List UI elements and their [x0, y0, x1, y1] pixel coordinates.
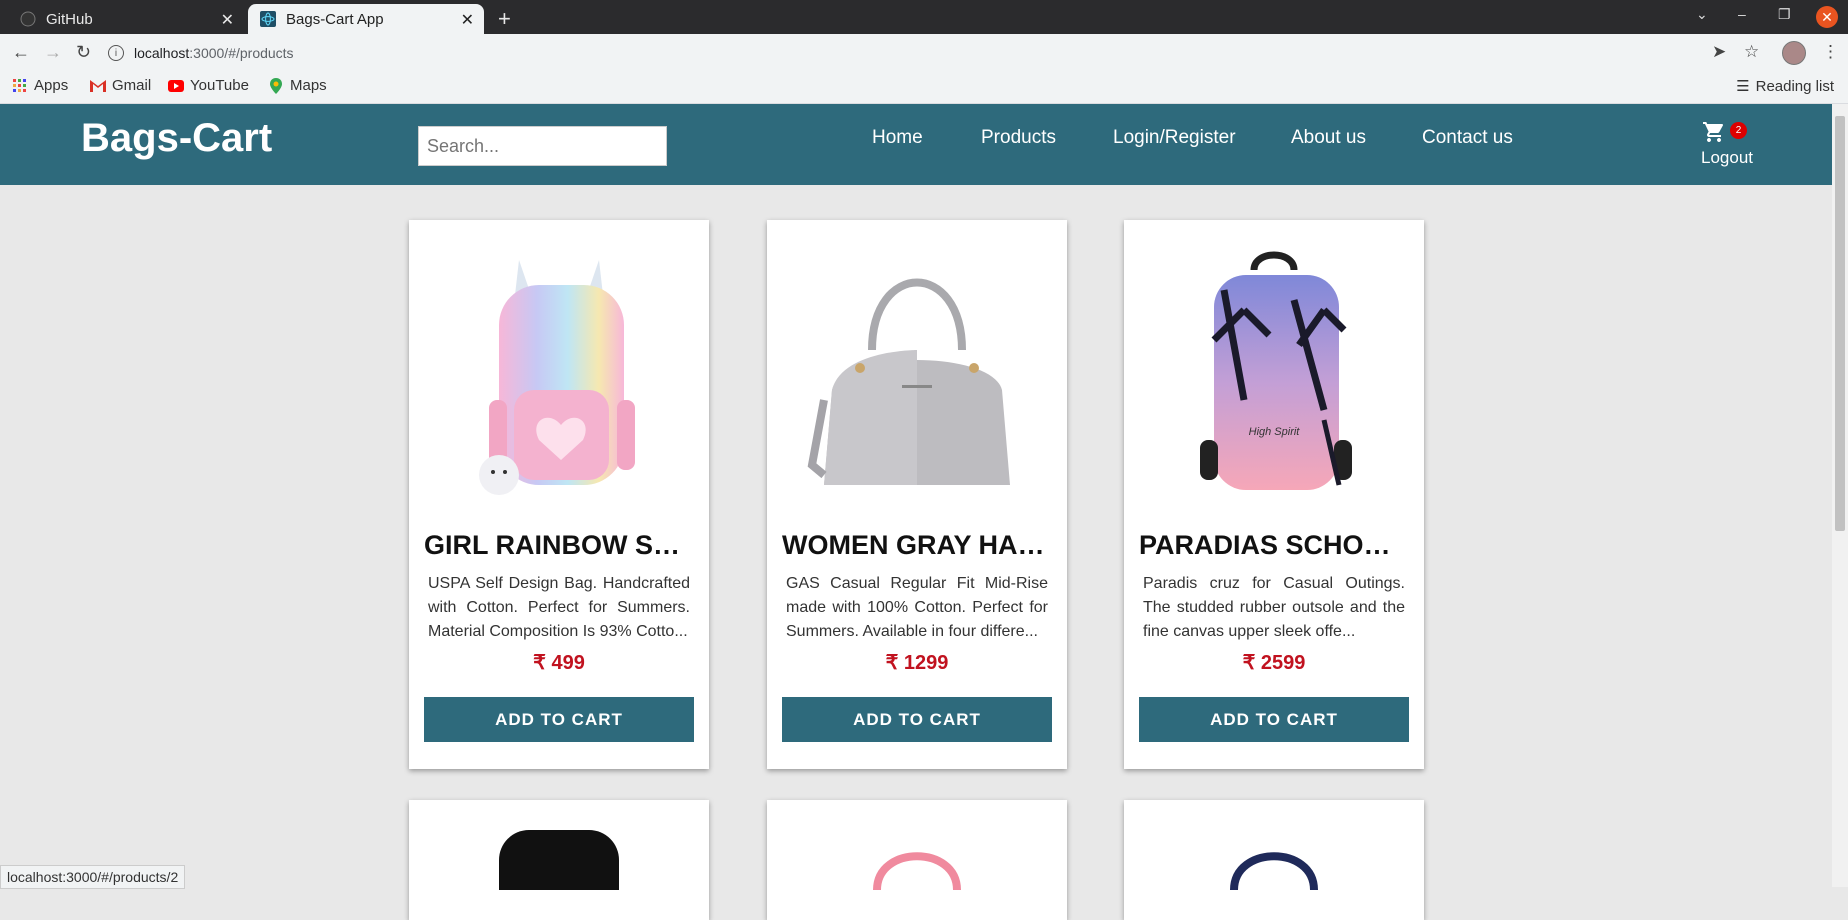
bookmark-label: Maps [290, 77, 327, 94]
product-card[interactable]: High Spirit PARADIAS SCHOOL... Paradis c… [1124, 220, 1424, 769]
reload-icon[interactable]: ↻ [76, 42, 91, 63]
close-icon[interactable]: ✕ [461, 10, 474, 30]
scrollbar-thumb[interactable] [1835, 116, 1845, 531]
browser-toolbar: ← → ↻ i localhost:3000/#/products ➤ ☆ ⋮ [0, 34, 1848, 71]
site-header: Bags-Cart Home Products Login/Register A… [0, 104, 1832, 185]
product-image-rainbow-backpack[interactable] [434, 240, 684, 510]
cart-icon[interactable] [1701, 120, 1727, 149]
reading-list-label: Reading list [1755, 77, 1834, 95]
product-image-gray-handbag[interactable] [792, 240, 1042, 510]
search-input[interactable] [418, 126, 667, 166]
product-description: USPA Self Design Bag. Handcrafted with C… [428, 575, 690, 640]
tab-bags-cart[interactable]: Bags-Cart App ✕ [248, 4, 484, 34]
product-description: Paradis cruz for Casual Outings. The stu… [1143, 575, 1405, 640]
product-title[interactable]: PARADIAS SCHOOL... [1139, 530, 1409, 561]
maps-icon [268, 77, 284, 94]
bookmark-maps[interactable]: Maps [268, 77, 327, 94]
info-icon[interactable]: i [108, 45, 124, 61]
product-card[interactable] [767, 800, 1067, 920]
product-image-palm-backpack[interactable]: High Spirit [1149, 240, 1399, 510]
forward-arrow-icon[interactable]: → [44, 42, 62, 63]
window-close-icon[interactable]: ✕ [1816, 6, 1838, 28]
product-card[interactable] [1124, 800, 1424, 920]
address-bar[interactable]: i localhost:3000/#/products [108, 39, 1688, 67]
brand-logo[interactable]: Bags-Cart [81, 116, 272, 161]
add-to-cart-button[interactable]: ADD TO CART [1139, 697, 1409, 742]
product-card[interactable]: WOMEN GRAY HAN... GAS Casual Regular Fit… [767, 220, 1067, 769]
logout-link[interactable]: Logout [1701, 148, 1753, 168]
browser-tab-strip: GitHub ✕ Bags-Cart App ✕ + ⌄ – ❐ ✕ [0, 0, 1848, 34]
youtube-icon [168, 79, 184, 93]
product-description: GAS Casual Regular Fit Mid-Rise made wit… [786, 575, 1048, 640]
close-icon[interactable]: ✕ [221, 10, 234, 30]
bookmark-gmail[interactable]: Gmail [90, 77, 151, 94]
product-image-navy-bag[interactable] [1224, 840, 1324, 890]
url-host: localhost [134, 45, 190, 61]
bookmark-label: Apps [34, 77, 69, 94]
product-title[interactable]: WOMEN GRAY HAN... [782, 530, 1052, 561]
github-icon [20, 11, 36, 27]
add-to-cart-button[interactable]: ADD TO CART [424, 697, 694, 742]
gmail-icon [90, 79, 106, 93]
react-icon [260, 11, 276, 27]
product-card[interactable] [409, 800, 709, 920]
product-price: ₹ 1299 [885, 652, 949, 674]
new-tab-icon[interactable]: + [498, 6, 511, 32]
bookmark-apps[interactable]: Apps [12, 77, 68, 94]
profile-avatar[interactable] [1782, 41, 1806, 65]
svg-text:High Spirit: High Spirit [1249, 426, 1301, 438]
reading-list-icon: ☰ [1736, 78, 1750, 95]
nav-home[interactable]: Home [872, 127, 923, 149]
product-image-pink-bag[interactable] [867, 840, 967, 890]
send-icon[interactable]: ➤ [1712, 42, 1726, 62]
bookmark-label: YouTube [190, 77, 249, 94]
add-to-cart-button[interactable]: ADD TO CART [782, 697, 1052, 742]
tab-github[interactable]: GitHub ✕ [8, 4, 244, 34]
nav-contact-us[interactable]: Contact us [1422, 127, 1513, 149]
back-arrow-icon[interactable]: ← [12, 42, 30, 63]
product-price: ₹ 499 [533, 652, 585, 674]
reading-list-button[interactable]: ☰ Reading list [1736, 77, 1834, 96]
apps-grid-icon [12, 78, 28, 93]
bookmarks-bar: Apps Gmail YouTube Maps ☰ Reading list [0, 71, 1848, 104]
tab-title: Bags-Cart App [286, 10, 384, 28]
menu-dots-icon[interactable]: ⋮ [1822, 42, 1839, 62]
bookmark-label: Gmail [112, 77, 152, 94]
product-title[interactable]: GIRL RAINBOW SC... [424, 530, 694, 561]
status-bar-url: localhost:3000/#/products/2 [0, 865, 186, 889]
nav-login-register[interactable]: Login/Register [1113, 127, 1236, 149]
cart-count-badge: 2 [1730, 122, 1747, 139]
minimize-icon[interactable]: – [1738, 6, 1746, 22]
nav-products[interactable]: Products [981, 127, 1056, 149]
star-icon[interactable]: ☆ [1744, 42, 1759, 62]
restore-icon[interactable]: ❐ [1778, 6, 1791, 23]
bookmark-youtube[interactable]: YouTube [168, 77, 249, 94]
product-image-black-backpack[interactable] [499, 830, 619, 890]
url-path: :3000/#/products [189, 45, 294, 61]
product-card[interactable]: GIRL RAINBOW SC... USPA Self Design Bag.… [409, 220, 709, 769]
product-price: ₹ 2599 [1242, 652, 1306, 674]
nav-about-us[interactable]: About us [1291, 127, 1366, 149]
chevron-down-icon[interactable]: ⌄ [1696, 6, 1708, 23]
tab-title: GitHub [46, 10, 93, 28]
